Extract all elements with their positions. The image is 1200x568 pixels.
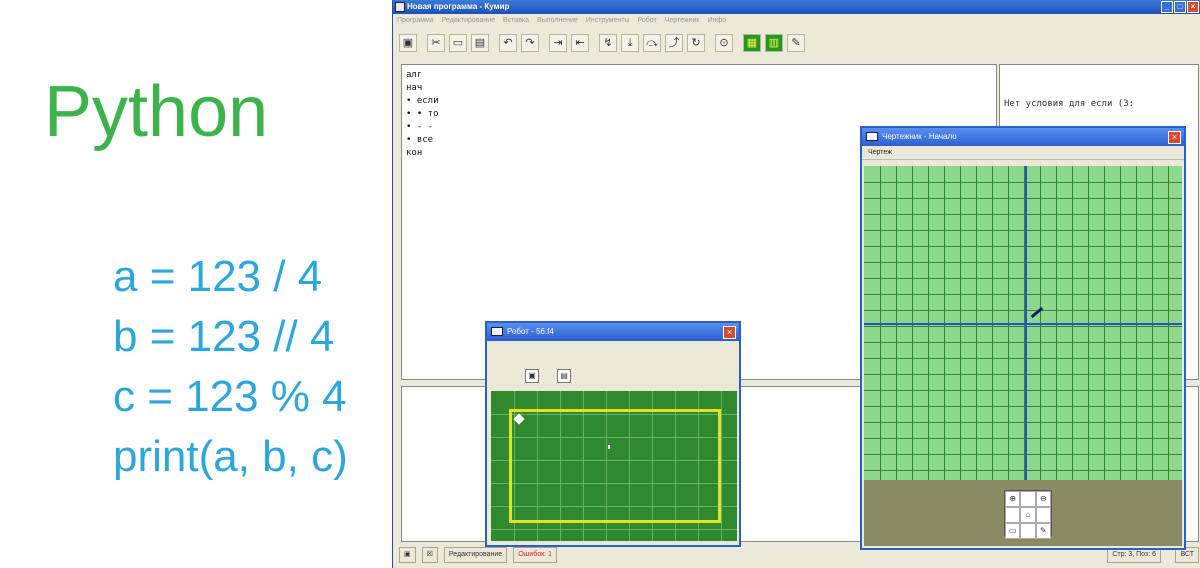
menu-program[interactable]: Программа [397,14,434,28]
robot-field[interactable] [491,391,737,541]
code-line: b = 123 // 4 [113,312,335,361]
errors-status: Ошибок: 1 [513,547,557,563]
drawer-close-button[interactable]: × [1168,131,1181,144]
robot-marker [608,445,610,449]
menu-info[interactable]: Инфо [707,14,726,28]
robot-close-button[interactable]: × [723,326,736,339]
drawer-titlebar[interactable]: Чертежник - Начало × [862,128,1184,146]
step-into-icon[interactable]: ⤓ [621,34,639,52]
window-icon [491,327,503,336]
grid-line [721,391,722,541]
copy-icon[interactable]: ▭ [449,34,467,52]
editor-line: нач [406,83,423,93]
python-title: Python [44,72,269,152]
step-icon[interactable]: ↯ [599,34,617,52]
run-icon[interactable]: ↻ [687,34,705,52]
editor-line: • если [406,96,439,106]
cut-icon[interactable]: ✂ [427,34,445,52]
menu-bar: Программа Редактирование Вставка Выполне… [393,14,1200,28]
editor-line: алг [406,70,423,80]
pen-icon[interactable]: ✎ [787,34,805,52]
robot-edit-icon[interactable]: ▤ [557,369,571,383]
indent-icon[interactable]: ⇥ [549,34,567,52]
close-status-icon[interactable]: ☒ [421,547,438,563]
stop-icon[interactable]: ⊙ [715,34,733,52]
mode-status: Редактирование [443,547,508,563]
code-line: c = 123 % 4 [113,372,347,421]
kumir-title: Новая программа - Кумир [407,2,510,11]
undo-icon[interactable]: ↶ [499,34,517,52]
drawer-icon[interactable]: ▥ [765,34,783,52]
step-out-icon[interactable]: ⤴ [665,34,683,52]
minimize-button[interactable]: _ [1161,1,1173,13]
save-icon[interactable]: ▣ [399,34,417,52]
folder-icon[interactable]: ▭ [1005,523,1021,539]
robot-walls [509,409,721,523]
pen-tool-icon[interactable]: ✎ [1035,523,1051,539]
blank-control [1035,507,1051,523]
menu-run[interactable]: Выполнение [537,14,578,28]
paste-icon[interactable]: ▤ [471,34,489,52]
maximize-button[interactable]: □ [1174,1,1186,13]
drawer-control-area: ⊕ ⊖ ⌂ ▭ ✎ [864,480,1182,546]
window-icon [866,132,878,141]
robot-title: Робот - 56.f4 [507,327,554,336]
menu-tools[interactable]: Инструменты [586,14,630,28]
robot-titlebar[interactable]: Робот - 56.f4 × [487,323,739,341]
kumir-app-icon [395,2,405,12]
blank-control [1020,491,1036,507]
robot-load-icon[interactable]: ▣ [525,369,539,383]
drawer-controls: ⊕ ⊖ ⌂ ▭ ✎ [1004,490,1052,539]
error-message: Нет условия для если (3: [1004,99,1135,109]
drawer-menu-item[interactable]: Чертеж [868,149,892,156]
menu-robot[interactable]: Робот [637,14,656,28]
zoom-out-icon[interactable]: ⊖ [1035,491,1051,507]
grid-line [491,529,737,530]
menu-drawer[interactable]: Чертежник [665,14,700,28]
menu-insert[interactable]: Вставка [503,14,529,28]
menu-edit[interactable]: Редактирование [442,14,495,28]
drawer-title: Чертежник - Начало [882,132,957,141]
redo-icon[interactable]: ↷ [521,34,539,52]
drawer-menu: Чертеж [862,146,1184,160]
toolbar: ▣ ✂ ▭ ▤ ↶ ↷ ⇥ ⇤ ↯ ⤓ ⤼ ⤴ ↻ ⊙ ▦ ▥ ✎ [393,30,1200,56]
editor-line: • • то [406,109,439,119]
pen-icon [1030,306,1044,319]
robot-toolbar: ▣ ▤ [487,341,739,391]
drawer-window: Чертежник - Начало × Чертеж ⊕ ⊖ ⌂ ▭ ✎ [860,126,1186,550]
home-icon[interactable]: ⌂ [1020,507,1036,523]
code-line: print(a, b, c) [113,432,348,481]
x-axis [864,323,1182,325]
zoom-in-icon[interactable]: ⊕ [1005,491,1021,507]
blank-control [1020,523,1036,539]
drawer-canvas[interactable] [864,166,1182,480]
close-button[interactable]: × [1187,1,1199,13]
outdent-icon[interactable]: ⇤ [571,34,589,52]
code-example: a = 123 / 4 b = 123 // 4 c = 123 % 4 pri… [113,246,348,486]
code-line: a = 123 / 4 [113,252,323,301]
save-status-icon[interactable]: ▣ [399,547,416,563]
step-over-icon[interactable]: ⤼ [643,34,661,52]
blank-control [1005,507,1021,523]
robot-window: Робот - 56.f4 × ▣ ▤ [485,321,741,547]
kumir-titlebar: Новая программа - Кумир _ □ × [393,0,1200,14]
robot-grid-icon[interactable]: ▦ [743,34,761,52]
